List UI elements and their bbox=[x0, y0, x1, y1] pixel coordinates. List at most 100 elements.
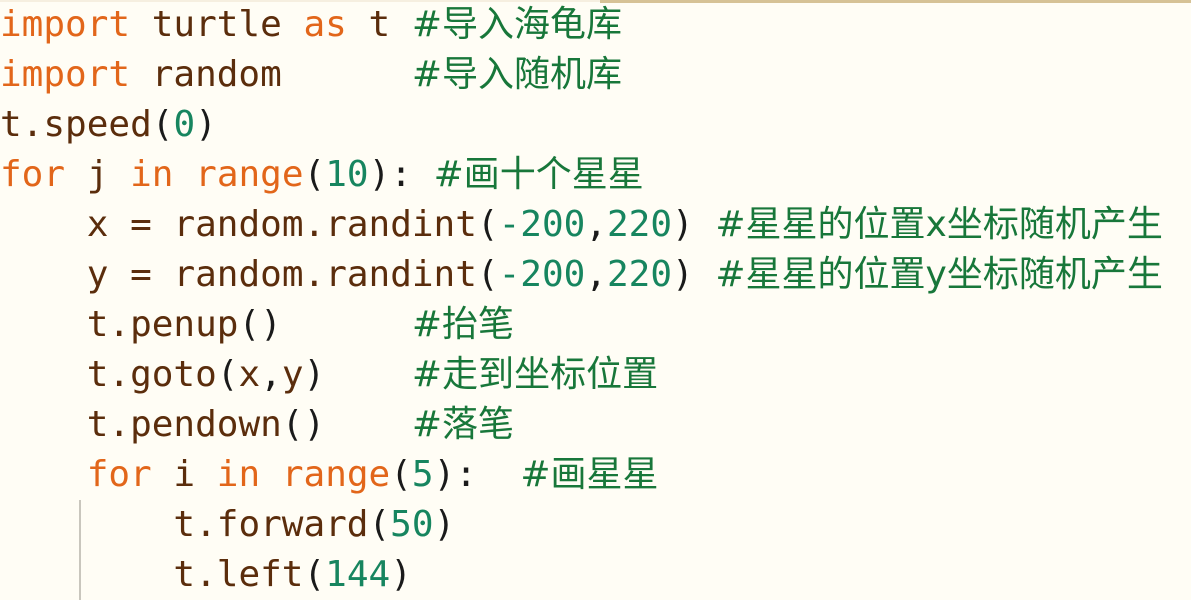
code-token: t bbox=[86, 404, 109, 445]
code-token: : bbox=[455, 454, 477, 495]
code-token: left bbox=[216, 554, 304, 595]
code-token: randint bbox=[325, 254, 477, 295]
code-token: goto bbox=[130, 354, 217, 395]
code-token: t bbox=[173, 554, 196, 595]
code-token: turtle bbox=[151, 4, 282, 45]
code-token: t bbox=[368, 4, 391, 45]
code-token: . bbox=[303, 254, 326, 295]
code-token: ( bbox=[476, 254, 499, 295]
code-token: ( bbox=[476, 204, 499, 245]
code-token: . bbox=[21, 104, 44, 145]
code-token: 5 bbox=[411, 454, 434, 495]
code-token: . bbox=[195, 554, 217, 595]
code-token: range bbox=[195, 154, 304, 195]
code-token: ) bbox=[433, 454, 456, 495]
code-token: #星星的位置y坐标随机产生 bbox=[715, 254, 1163, 295]
code-token: in bbox=[130, 154, 174, 195]
code-line[interactable]: t.penup() #抬笔 bbox=[0, 300, 514, 350]
code-line[interactable]: y = random.randint(-200,220) #星星的位置y坐标随机… bbox=[0, 250, 1163, 300]
code-line[interactable]: import random #导入随机库 bbox=[0, 50, 622, 100]
code-token: as bbox=[303, 4, 347, 45]
code-token: ) bbox=[368, 154, 391, 195]
code-token: ) bbox=[390, 554, 412, 595]
code-token: 0 bbox=[173, 104, 196, 145]
code-line[interactable]: x = random.randint(-200,220) #星星的位置x坐标随机… bbox=[0, 200, 1163, 250]
code-line[interactable]: for j in range(10): #画十个星星 bbox=[0, 150, 644, 200]
code-token: randint bbox=[325, 204, 477, 245]
code-token: . bbox=[303, 204, 326, 245]
code-token: , bbox=[585, 254, 607, 295]
code-token: ( bbox=[238, 304, 261, 345]
code-token: ) bbox=[433, 504, 456, 545]
code-token: ) bbox=[303, 354, 326, 395]
code-token: ( bbox=[368, 504, 391, 545]
code-line[interactable]: t.pendown() #落笔 bbox=[0, 400, 514, 450]
window-top-edge-rule bbox=[600, 0, 1191, 3]
code-token: -200 bbox=[498, 254, 586, 295]
code-token: : bbox=[390, 154, 412, 195]
code-token: , bbox=[585, 204, 607, 245]
code-token: = bbox=[130, 204, 152, 245]
code-token: 220 bbox=[606, 204, 673, 245]
code-editor-pane[interactable]: import turtle as t #导入海龟库 import random #… bbox=[0, 0, 1191, 600]
code-line[interactable]: t.forward(50) bbox=[0, 500, 455, 550]
code-token: . bbox=[108, 404, 131, 445]
code-token: random bbox=[173, 254, 304, 295]
code-token: range bbox=[281, 454, 391, 495]
code-token: #画十个星星 bbox=[433, 154, 644, 195]
code-line[interactable]: t.goto(x,y) #走到坐标位置 bbox=[0, 350, 658, 400]
code-token: for bbox=[0, 154, 66, 195]
code-token: y bbox=[86, 254, 109, 295]
code-line[interactable]: t.left(144) bbox=[0, 550, 412, 600]
code-line[interactable]: t.speed(0) bbox=[0, 100, 217, 150]
code-token: , bbox=[260, 354, 282, 395]
code-token: . bbox=[108, 354, 131, 395]
code-token: j bbox=[86, 154, 109, 195]
code-line[interactable]: for i in range(5): #画星星 bbox=[0, 450, 659, 500]
code-token: 144 bbox=[325, 554, 391, 595]
code-token: 220 bbox=[606, 254, 673, 295]
code-token: ) bbox=[260, 304, 282, 345]
code-token: ) bbox=[195, 104, 217, 145]
indent-guide-line bbox=[79, 500, 81, 600]
code-token: t bbox=[86, 354, 109, 395]
code-token: pendown bbox=[130, 404, 282, 445]
code-token: ( bbox=[390, 454, 412, 495]
code-token: . bbox=[108, 304, 131, 345]
code-token: ( bbox=[281, 404, 304, 445]
code-line[interactable]: import turtle as t #导入海龟库 bbox=[0, 0, 622, 50]
code-token: import bbox=[0, 4, 131, 45]
code-token: ( bbox=[216, 354, 239, 395]
code-token: import bbox=[0, 54, 131, 95]
code-token: 10 bbox=[325, 154, 369, 195]
code-token: i bbox=[173, 454, 196, 495]
code-token: ) bbox=[303, 404, 326, 445]
code-token: penup bbox=[130, 304, 239, 345]
code-token: t bbox=[0, 104, 22, 145]
code-token: forward bbox=[216, 504, 369, 545]
code-token: x bbox=[86, 204, 109, 245]
